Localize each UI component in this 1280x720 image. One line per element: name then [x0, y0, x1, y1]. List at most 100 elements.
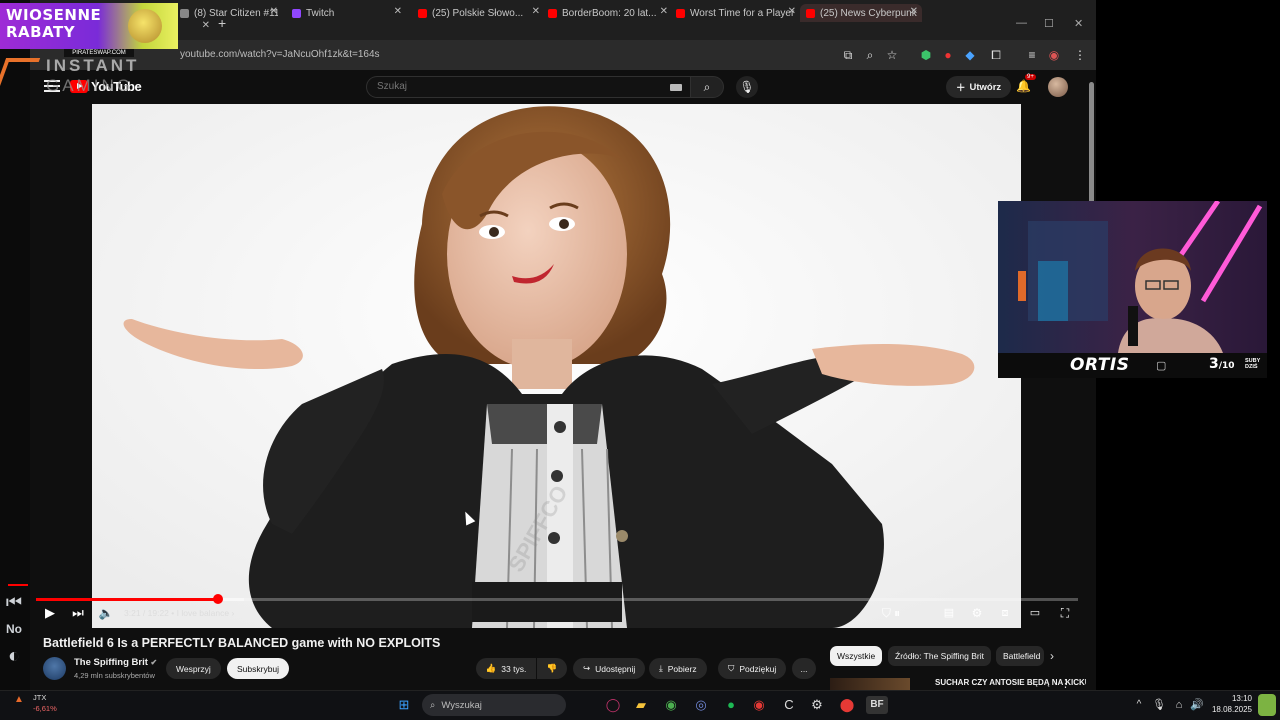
subtitles-button[interactable]: ▤ [940, 604, 958, 622]
settings-button[interactable]: ⚙ [968, 604, 986, 622]
chip-label: Wszystkie [837, 651, 876, 661]
video-progress-bar[interactable] [36, 594, 1078, 604]
start-button[interactable]: ⊞ [395, 696, 413, 714]
extension-opera-icon[interactable]: ● [940, 47, 956, 63]
steam-icon: ⚙ [811, 697, 823, 712]
extensions-puzzle-icon[interactable]: ⧠ [988, 47, 1004, 63]
taskbar-app-1[interactable]: ◯ [604, 696, 622, 714]
channel-name[interactable]: The Spiffing Brit ✔ [74, 657, 157, 668]
tray-network-icon[interactable]: ⌂ [1170, 696, 1188, 714]
chip-battlefield[interactable]: Battlefield [996, 646, 1044, 666]
fullscreen-button[interactable]: ⛶ [1056, 604, 1074, 622]
skip-back-icon: ⏮ [5, 592, 23, 612]
tab-current[interactable]: ✕ [180, 18, 210, 36]
tab-favicon [418, 8, 427, 18]
taskbar-chrome[interactable]: ◉ [662, 696, 680, 714]
taskbar-discord[interactable]: ◎ [692, 696, 710, 714]
search-input[interactable] [377, 81, 657, 92]
verified-icon: ✔ [150, 658, 158, 667]
autoplay-toggle[interactable]: ⛉ ⏸ [880, 604, 902, 622]
tab-5[interactable]: Worst Time for a Player ✕ [676, 4, 796, 22]
system-clock[interactable]: 13:10 18.08.2025 [1208, 693, 1252, 715]
minimize-button[interactable]: — [1016, 17, 1027, 29]
close-tab-icon[interactable]: ✕ [202, 20, 210, 31]
extension-gem-icon[interactable]: ◆ [962, 47, 978, 63]
install-app-icon[interactable]: ⧉ [840, 47, 856, 63]
close-tab-icon[interactable]: ✕ [910, 6, 918, 17]
close-tab-icon[interactable]: ✕ [394, 6, 402, 17]
close-tab-icon[interactable]: ✕ [532, 6, 540, 17]
chip-source[interactable]: Źródło: The Spiffing Brit [888, 646, 991, 666]
close-tab-icon[interactable]: ✕ [660, 6, 668, 17]
streamer-name: ORTIS [1070, 355, 1130, 375]
taskbar-app-cc[interactable]: C [780, 696, 798, 714]
like-button[interactable]: 👍 33 tys. [476, 658, 536, 679]
play-button[interactable]: ▶ [42, 604, 58, 622]
stock-ticker: JTX [33, 693, 47, 702]
volume-button[interactable]: 🔈 [98, 604, 114, 622]
tab-2[interactable]: Twitch ✕ [292, 4, 402, 22]
youtube-header: YouTube ⌕ 🎙 ＋Utwórz 🔔9+ [30, 70, 1096, 104]
promo-mascot [128, 9, 162, 43]
taskbar-chrome-2[interactable]: ◉ [750, 696, 768, 714]
tab-4[interactable]: BorderBoom: 20 lat... ✕ [548, 4, 668, 22]
video-frame[interactable]: SPIFFCO [92, 104, 1021, 628]
scrollbar-thumb[interactable] [1089, 82, 1094, 207]
media-control-icon[interactable]: ≡ [1024, 47, 1040, 63]
taskbar-battlefield[interactable]: BF [866, 696, 888, 714]
tab-label: (8) Star Citizen #1123 [194, 7, 278, 19]
current-time: 3:21 [124, 608, 141, 618]
voice-search-button[interactable]: 🎙 [736, 76, 758, 98]
support-button[interactable]: Wesprzyj [166, 658, 221, 679]
subscribe-button[interactable]: Subskrybuj [227, 658, 290, 679]
dislike-button[interactable]: 👎 [537, 658, 567, 679]
bf-icon: BF [870, 699, 884, 710]
thanks-button[interactable]: ⛉ Podziękuj [718, 658, 787, 679]
bookmark-star-icon[interactable]: ☆ [884, 47, 900, 63]
account-avatar[interactable] [1048, 77, 1068, 97]
taskbar-app-pin[interactable]: ⬤ [838, 696, 856, 714]
create-button[interactable]: ＋ Utwórz [946, 76, 1012, 98]
notifications-button[interactable]: 🔔 9+ [1016, 74, 1036, 93]
maximize-button[interactable]: ☐ [1044, 17, 1054, 30]
taskbar-spotify[interactable]: ● [722, 696, 740, 714]
taskbar-explorer[interactable]: ▰ [632, 696, 650, 714]
extension-shield-icon[interactable]: ⬢ [918, 47, 934, 63]
browser-menu-icon[interactable]: ⋮ [1072, 47, 1088, 63]
share-button[interactable]: ↪ Udostępnij [573, 658, 646, 679]
recommended-video[interactable]: SUCHAR CZY ANTOSIE BĘDĄ NA KICKU? BE IS … [830, 678, 1090, 690]
close-window-button[interactable]: ✕ [1074, 17, 1083, 30]
stock-icon[interactable]: ▲ [14, 694, 24, 705]
channel-avatar[interactable] [43, 657, 66, 680]
close-tab-icon[interactable]: ✕ [270, 6, 278, 17]
tab-3[interactable]: (25) Polskie Słowo... ✕ [418, 4, 540, 22]
tray-volume-icon[interactable]: 🔊 [1188, 696, 1206, 714]
tray-mic-icon[interactable]: 🎙 [1150, 696, 1168, 714]
taskbar-app-steam[interactable]: ⚙ [808, 696, 826, 714]
chips-next-icon[interactable]: › [1050, 649, 1054, 663]
recommended-menu-icon[interactable]: ⋮ [1060, 677, 1071, 690]
miniplayer-button[interactable]: ⧈ [996, 604, 1014, 622]
like-count: 33 tys. [501, 663, 527, 674]
notification-center-icon[interactable] [1258, 694, 1276, 716]
page-scrollbar[interactable] [1086, 72, 1096, 690]
zoom-icon[interactable]: ⌕ [862, 47, 878, 63]
download-button[interactable]: ⤓ Pobierz [649, 658, 707, 679]
search-button[interactable]: ⌕ [690, 76, 724, 98]
tray-chevron-icon[interactable]: ^ [1130, 696, 1148, 714]
chip-label: Źródło: The Spiffing Brit [895, 651, 984, 661]
background-logo-icon: ◐ [7, 645, 21, 667]
taskbar-search[interactable]: ⌕ Wyszukaj [422, 694, 566, 716]
theater-mode-button[interactable]: ▭ [1026, 604, 1044, 622]
chip-all[interactable]: Wszystkie [830, 646, 883, 666]
new-tab-button[interactable]: + [218, 15, 226, 31]
keyboard-icon[interactable] [670, 84, 682, 91]
profile-icon[interactable]: ◉ [1046, 47, 1062, 63]
more-actions-button[interactable]: ... [792, 658, 816, 679]
subscriber-count: 4,29 mln subskrybentów [74, 671, 155, 680]
chapter-title[interactable]: I love balance [177, 608, 229, 618]
close-tab-icon[interactable]: ✕ [788, 6, 796, 17]
next-button[interactable]: ⏭ [70, 604, 86, 622]
tab-6-active[interactable]: (25) News Cyberpunk ✕ [800, 4, 922, 22]
url-text[interactable]: youtube.com/watch?v=JaNcuOhf1zk&t=164s [180, 49, 380, 60]
